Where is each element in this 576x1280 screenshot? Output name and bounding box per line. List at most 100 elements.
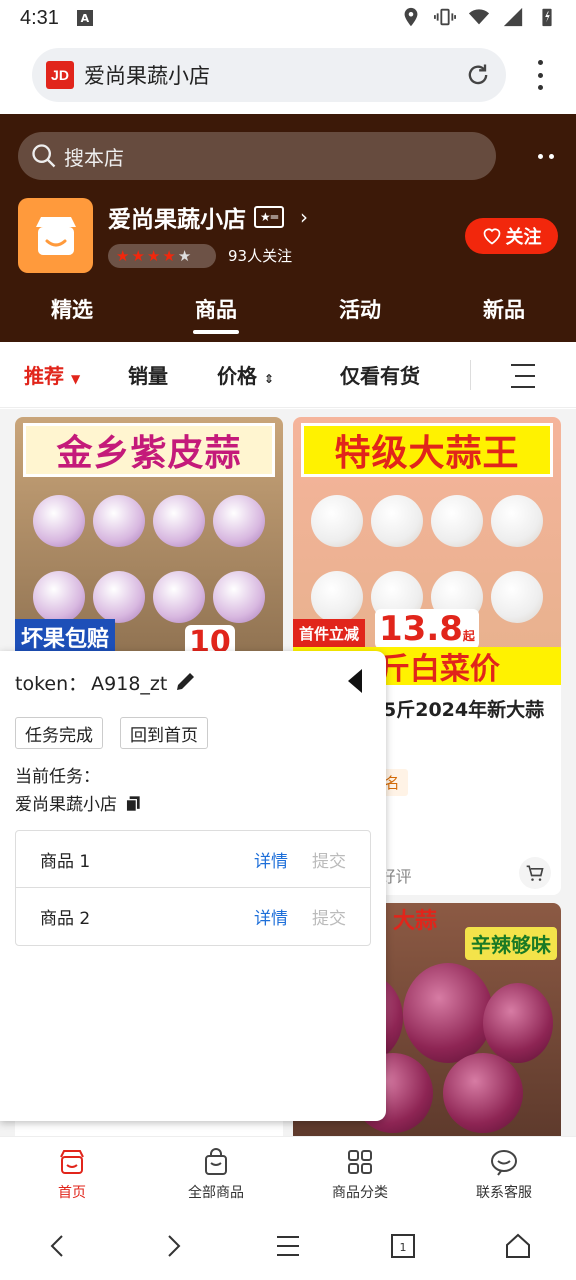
cart-icon [526, 865, 544, 881]
task-name: 商品 2 [40, 909, 91, 929]
list-view-icon[interactable] [509, 362, 537, 390]
jd-logo-icon: JD [46, 61, 74, 89]
home-icon[interactable] [504, 1232, 532, 1260]
sort-recommend[interactable]: 推荐 ▼ [24, 360, 80, 389]
copy-icon[interactable] [123, 793, 143, 813]
sort-recommend-label: 推荐 [24, 364, 64, 388]
nav-categories-label: 商品分类 [332, 1185, 388, 1201]
tab-featured[interactable]: 精选 [0, 290, 144, 342]
filter-in-stock[interactable]: 仅看有货 [340, 360, 420, 389]
caret-down-icon: ▼ [70, 372, 81, 386]
task-complete-button[interactable]: 任务完成 [15, 717, 103, 749]
system-nav-bar: 1 [0, 1212, 576, 1280]
shop-tabs: 精选 商品 活动 新品 [0, 290, 576, 342]
signal-icon [503, 7, 523, 27]
shop-name[interactable]: 爱尚果蔬小店 ★═ › [108, 200, 308, 234]
vibrate-icon [434, 8, 456, 26]
battery-icon [542, 8, 552, 27]
status-bar: 4:31 A [0, 0, 576, 36]
search-placeholder: 搜本店 [64, 145, 124, 170]
menu-icon[interactable] [274, 1232, 302, 1260]
task-name: 商品 1 [40, 851, 91, 872]
nav-home-label: 首页 [58, 1185, 86, 1201]
product-banner: 大蒜 [393, 909, 438, 934]
nav-customer-service[interactable]: 联系客服 [432, 1137, 576, 1212]
price-value: 13.8 [379, 609, 463, 649]
notification-icon: A [76, 10, 93, 26]
shop-card-icon: ★═ [254, 206, 284, 228]
task-detail-link[interactable]: 详情 [254, 904, 288, 929]
collapse-panel-icon[interactable] [346, 667, 364, 695]
status-icons [400, 6, 558, 28]
star-icon: ★ [146, 247, 161, 265]
current-task-name: 爱尚果蔬小店 [15, 795, 117, 815]
forward-icon[interactable] [159, 1232, 187, 1260]
shop-header: 搜本店 爱尚果蔬小店 ★═ › ★ ★ ★ ★ ★ 93人关注 关注 精选 商品… [0, 114, 576, 342]
product-badge: 辛辣够味 [465, 927, 557, 960]
current-task-label: 当前任务： [15, 767, 100, 787]
task-row: 商品 2 详情 提交 [16, 888, 370, 945]
bottom-nav: 首页 全部商品 商品分类 联系客服 [0, 1136, 576, 1212]
url-text[interactable]: 爱尚果蔬小店 [84, 60, 210, 90]
token-value: A918_zt [91, 673, 168, 695]
back-icon[interactable] [44, 1232, 72, 1260]
shop-icon [60, 1150, 84, 1174]
nav-home[interactable]: 首页 [0, 1137, 144, 1212]
shop-name-text: 爱尚果蔬小店 [108, 207, 246, 233]
edit-icon[interactable] [174, 669, 198, 693]
search-icon [32, 144, 56, 168]
task-submit-button[interactable]: 提交 [312, 904, 346, 929]
tab-activities[interactable]: 活动 [288, 290, 432, 342]
grid-icon [348, 1150, 372, 1174]
sort-arrows-icon: ⇕ [263, 372, 275, 386]
more-icon[interactable] [538, 154, 554, 159]
product-banner: 金乡紫皮蒜 [23, 423, 275, 477]
location-icon [404, 7, 418, 27]
sort-sales[interactable]: 销量 [128, 360, 168, 389]
heart-icon [483, 228, 500, 245]
promo-tag: 坏果包赔 [15, 619, 116, 655]
status-time: 4:31 [20, 6, 59, 29]
bag-icon [205, 1148, 227, 1175]
product-banner: 特级大蒜王 [301, 423, 553, 477]
browser-menu-icon[interactable] [532, 60, 548, 90]
store-icon [35, 216, 76, 255]
task-panel: token： A918_zt 任务完成 回到首页 当前任务： 爱尚果蔬小店 商品 … [0, 651, 386, 1121]
nav-customer-service-label: 联系客服 [476, 1185, 532, 1201]
wifi-icon [468, 9, 490, 25]
product-image: 特级大蒜王 首件立减 13.8起 [293, 417, 561, 677]
follow-button[interactable]: 关注 [465, 218, 558, 254]
shop-rating: ★ ★ ★ ★ ★ [108, 244, 216, 268]
svg-text:1: 1 [400, 1241, 407, 1254]
price-suffix: 起 [462, 629, 475, 643]
nav-all-products[interactable]: 全部商品 [144, 1137, 288, 1212]
promo-tag: 首件立减 [293, 619, 366, 648]
shop-search-input[interactable]: 搜本店 [18, 132, 496, 180]
follow-label: 关注 [505, 227, 542, 248]
back-home-button[interactable]: 回到首页 [120, 717, 208, 749]
shop-logo[interactable] [18, 198, 93, 273]
sort-bar: 推荐 ▼ 销量 价格 ⇕ 仅看有货 [0, 342, 576, 408]
tabs-icon[interactable]: 1 [389, 1232, 417, 1260]
tab-new[interactable]: 新品 [432, 290, 576, 342]
sort-price[interactable]: 价格 ⇕ [217, 360, 274, 389]
add-to-cart-button[interactable] [519, 857, 551, 889]
url-bar[interactable]: JD 爱尚果蔬小店 [32, 48, 506, 102]
nav-all-products-label: 全部商品 [188, 1185, 244, 1201]
divider [470, 360, 471, 390]
price-tag: 13.8起 [375, 609, 479, 649]
nav-categories[interactable]: 商品分类 [288, 1137, 432, 1212]
chevron-right-icon: › [300, 205, 308, 229]
star-icon: ★ [131, 247, 145, 265]
tab-products[interactable]: 商品 [144, 290, 288, 342]
chat-icon [491, 1150, 517, 1176]
star-empty-icon: ★ [177, 247, 192, 265]
star-half-icon: ★ [162, 247, 176, 265]
star-icon: ★ [116, 247, 130, 265]
follower-count: 93人关注 [228, 247, 293, 265]
sort-price-label: 价格 [217, 364, 257, 388]
task-row: 商品 1 详情 提交 [16, 831, 370, 888]
task-detail-link[interactable]: 详情 [254, 847, 288, 872]
task-submit-button[interactable]: 提交 [312, 847, 346, 872]
reload-icon[interactable] [464, 61, 492, 89]
